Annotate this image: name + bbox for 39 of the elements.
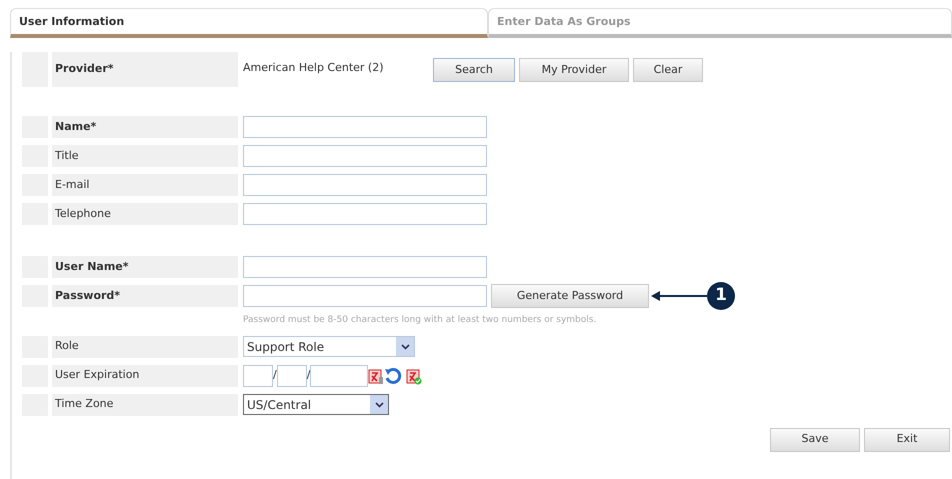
input-field[interactable] (243, 203, 487, 225)
field-label: Password* (52, 285, 238, 307)
caret-icon (374, 402, 384, 408)
date-separator: / (306, 367, 310, 384)
dropdown[interactable]: Support Role (243, 336, 415, 357)
calendar-icon[interactable] (368, 366, 384, 384)
calendar-check-icon[interactable] (406, 366, 422, 384)
provider-button[interactable]: Clear (633, 58, 703, 82)
field-label: E-mail (52, 174, 238, 196)
field-label: User Name* (52, 256, 238, 278)
date-separator: / (273, 367, 277, 384)
provider-button[interactable]: My Provider (519, 58, 629, 82)
date-field[interactable] (310, 364, 368, 386)
refresh-icon[interactable] (384, 366, 402, 384)
action-button[interactable]: Save (770, 428, 860, 452)
provider-button[interactable]: Search (433, 58, 515, 82)
tab[interactable]: User Information (10, 8, 488, 38)
field-label: User Expiration (52, 364, 238, 386)
field-label: Provider* (52, 52, 238, 87)
callout-arrow (651, 290, 707, 302)
date-field[interactable] (276, 364, 307, 386)
input-field[interactable] (243, 116, 487, 138)
caret-icon (400, 344, 410, 350)
callout-number: 1 (707, 282, 735, 310)
dropdown[interactable]: US/Central (243, 394, 389, 415)
generate-password-button[interactable]: Generate Password (491, 284, 649, 308)
action-button[interactable]: Exit (864, 428, 950, 452)
field-label: Telephone (52, 203, 238, 225)
field-label: Role (52, 336, 238, 358)
provider-value: American Help Center (2) (243, 60, 385, 76)
field-label: Title (52, 145, 238, 167)
input-field[interactable] (243, 256, 487, 278)
input-field[interactable] (243, 145, 487, 167)
input-field[interactable] (243, 174, 487, 196)
input-field[interactable] (243, 285, 487, 307)
password-hint: Password must be 8-50 characters long with at least two numbers or symbols. (243, 314, 598, 327)
field-label: Name* (52, 116, 238, 138)
field-label: Time Zone (52, 394, 238, 416)
date-field[interactable] (243, 364, 273, 386)
